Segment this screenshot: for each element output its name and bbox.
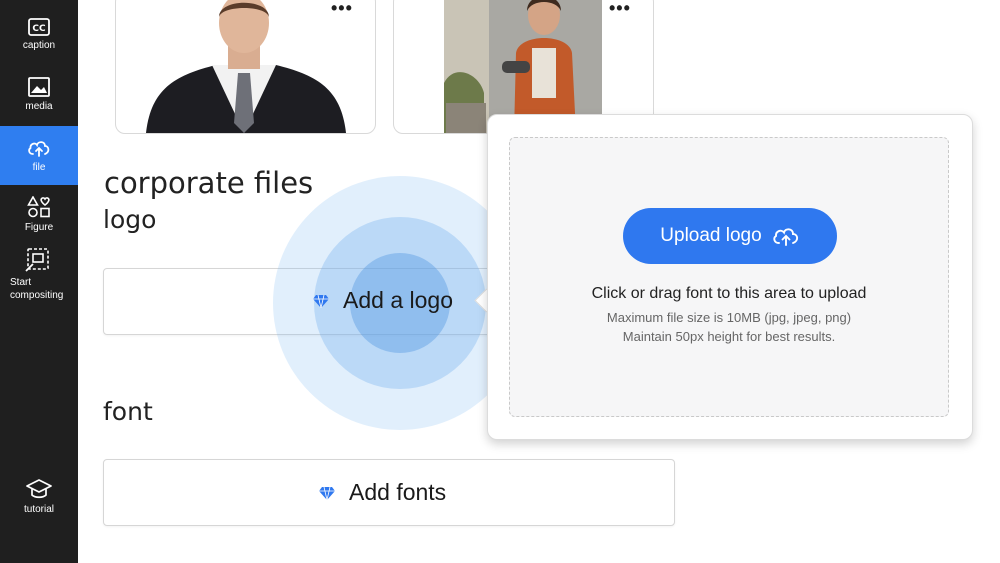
sidebar-item-file[interactable]: file [0, 126, 78, 185]
diamond-icon [313, 294, 329, 308]
sidebar-item-label: file [32, 162, 46, 173]
add-logo-label: Add a logo [343, 287, 453, 313]
cc-icon: CC [28, 18, 50, 36]
sidebar-item-label: tutorial [23, 504, 54, 515]
sidebar-item-tutorial[interactable]: tutorial [0, 478, 78, 515]
add-fonts-button[interactable]: Add fonts [319, 479, 446, 506]
section-title-font: font [103, 397, 153, 426]
upload-logo-button[interactable]: Upload logo [623, 208, 837, 264]
add-fonts-label: Add fonts [349, 479, 447, 505]
more-options-icon[interactable]: ••• [331, 0, 353, 17]
image-icon [28, 77, 50, 97]
sidebar-item-label: Start compositing [10, 277, 64, 301]
sidebar-item-figure[interactable]: Figure [0, 196, 78, 233]
sidebar-item-label: media [25, 101, 53, 112]
graduation-cap-icon [26, 479, 52, 499]
section-title-logo: logo [103, 205, 157, 234]
sidebar-item-label: caption [22, 40, 56, 51]
section-title-corporate-files: corporate files [104, 166, 314, 200]
upload-height-hint: Maintain 50px height for best results. [622, 329, 836, 344]
upload-dropzone[interactable]: Upload logo Click or drag font to this a… [509, 137, 949, 417]
more-options-icon[interactable]: ••• [609, 0, 631, 17]
upload-logo-label: Upload logo [660, 225, 762, 246]
media-thumbnail[interactable]: ••• [115, 0, 376, 134]
thumbnail-image-man [146, 0, 346, 133]
sidebar-item-label: Figure [24, 222, 54, 233]
add-logo-button[interactable]: Add a logo [313, 287, 453, 314]
upload-instruction: Click or drag font to this area to uploa… [591, 285, 867, 302]
cloud-upload-icon [773, 228, 798, 246]
svg-text:CC: CC [32, 24, 46, 34]
sidebar-item-start-compositing[interactable]: Start compositing [0, 248, 78, 302]
cloud-upload-icon [28, 141, 50, 157]
upload-size-limit: Maximum file size is 10MB (jpg, jpeg, pn… [606, 310, 852, 325]
sidebar-item-media[interactable]: media [0, 77, 78, 112]
upload-popup: Upload logo Click or drag font to this a… [487, 114, 973, 440]
diamond-icon [319, 486, 335, 500]
sidebar: CC caption media file Figure Start compo… [0, 0, 78, 563]
sidebar-item-caption[interactable]: CC caption [0, 18, 78, 51]
compose-icon [25, 248, 49, 272]
shapes-icon [27, 196, 50, 218]
